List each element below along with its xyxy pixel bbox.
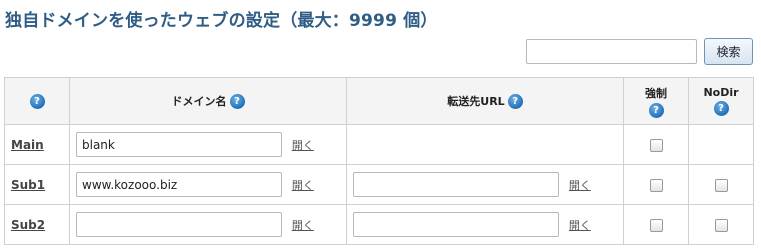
force-checkbox[interactable] (649, 138, 663, 152)
domain-cell: 開く (69, 124, 347, 165)
force-checkbox[interactable] (649, 178, 663, 192)
column-nodir-label: NoDir (703, 86, 739, 99)
help-icon[interactable]: ? (229, 93, 245, 109)
nodir-cell (688, 124, 754, 165)
help-icon[interactable]: ? (29, 93, 45, 109)
nodir-checkbox[interactable] (714, 218, 728, 232)
table-row: Sub2 開く 開く (4, 204, 754, 245)
force-checkbox[interactable] (649, 218, 663, 232)
nodir-cell (688, 204, 754, 245)
page-title: 独自ドメインを使ったウェブの設定（最大：9999 個） (5, 11, 438, 31)
force-cell (623, 124, 689, 165)
row-label-cell: Sub2 (4, 204, 70, 245)
forward-url-input[interactable] (353, 212, 559, 237)
column-force-header: 強制 ? (623, 77, 689, 125)
table-row: Sub1 開く 開く (4, 164, 754, 205)
table-row: Main 開く (4, 124, 754, 165)
open-domain-link[interactable]: 開く (292, 139, 314, 152)
nodir-checkbox[interactable] (714, 178, 728, 192)
domain-input[interactable] (76, 172, 282, 197)
search-button[interactable]: 検索 (704, 38, 753, 65)
open-domain-link[interactable]: 開く (292, 179, 314, 192)
column-forward-url-label: 転送先URL (447, 95, 505, 108)
domain-table: ? ドメイン名 ? 転送先URL ? 強制 ? NoDir ? Main bla… (4, 77, 754, 245)
row-label-cell: Main (4, 124, 70, 165)
open-url-link[interactable]: 開く (569, 219, 591, 232)
row-link-main[interactable]: Main (11, 138, 44, 152)
column-domain-label: ドメイン名 (171, 95, 227, 108)
forward-url-cell: 開く (346, 164, 624, 205)
help-icon[interactable]: ? (648, 102, 664, 118)
table-header-row: ? ドメイン名 ? 転送先URL ? 強制 ? NoDir ? (4, 77, 754, 125)
domain-cell: 開く (69, 204, 347, 245)
forward-url-cell: 開く (346, 204, 624, 245)
force-cell (623, 204, 689, 245)
row-label-cell: Sub1 (4, 164, 70, 205)
domain-cell: 開く (69, 164, 347, 205)
search-input[interactable] (526, 39, 697, 64)
forward-url-cell (346, 124, 624, 165)
open-domain-link[interactable]: 開く (292, 219, 314, 232)
row-link-sub1[interactable]: Sub1 (11, 178, 45, 192)
column-forward-url-header: 転送先URL ? (346, 77, 624, 125)
domain-input[interactable] (76, 132, 282, 157)
column-force-label: 強制 (645, 86, 667, 100)
column-help-header: ? (4, 77, 70, 125)
column-domain-header: ドメイン名 ? (69, 77, 347, 125)
column-nodir-header: NoDir ? (688, 77, 754, 125)
nodir-cell (688, 164, 754, 205)
domain-input[interactable] (76, 212, 282, 237)
open-url-link[interactable]: 開く (569, 179, 591, 192)
force-cell (623, 164, 689, 205)
row-link-sub2[interactable]: Sub2 (11, 218, 45, 232)
help-icon[interactable]: ? (713, 101, 729, 116)
forward-url-input[interactable] (353, 172, 559, 197)
help-icon[interactable]: ? (507, 93, 523, 109)
